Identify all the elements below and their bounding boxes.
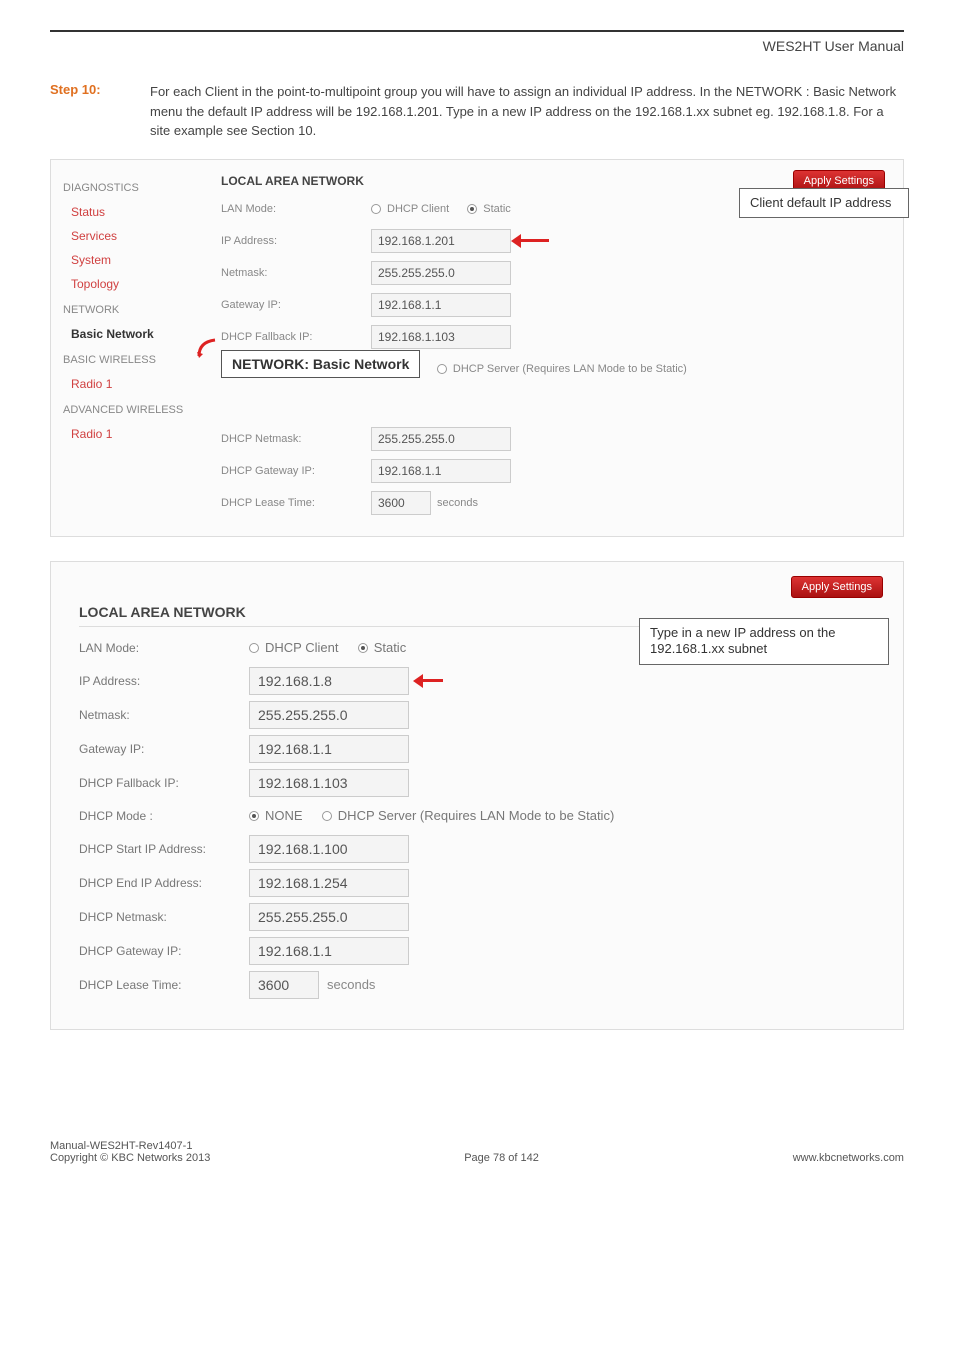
nav-basic-wireless: BASIC WIRELESS bbox=[63, 354, 199, 366]
dhcp-gw-label-2: DHCP Gateway IP: bbox=[79, 944, 249, 958]
callout-new-ip: Type in a new IP address on the 192.168.… bbox=[639, 618, 889, 666]
fallback-input[interactable] bbox=[371, 325, 511, 349]
header-rule bbox=[50, 30, 904, 32]
nav-services[interactable]: Services bbox=[63, 224, 199, 248]
dhcp-mode-radios-2[interactable]: NONE DHCP Server (Requires LAN Mode to b… bbox=[249, 808, 614, 823]
ip-address-input[interactable] bbox=[371, 229, 511, 253]
netmask-label: Netmask: bbox=[221, 267, 371, 279]
dhcp-mode-label-2: DHCP Mode : bbox=[79, 809, 249, 823]
fallback-label-2: DHCP Fallback IP: bbox=[79, 776, 249, 790]
screenshot-panel-1: Apply Settings DIAGNOSTICS Status Servic… bbox=[50, 159, 904, 537]
radio-static-label-2: Static bbox=[374, 640, 407, 655]
nav-basic-network[interactable]: Basic Network bbox=[63, 322, 199, 346]
radio-dhcp-client[interactable] bbox=[371, 204, 381, 214]
radio-dhcp-client-label-2: DHCP Client bbox=[265, 640, 338, 655]
radio-none-2[interactable] bbox=[249, 811, 259, 821]
radio-static[interactable] bbox=[467, 204, 477, 214]
radio-dhcp-server-2[interactable] bbox=[322, 811, 332, 821]
gateway-label: Gateway IP: bbox=[221, 299, 371, 311]
footer-left-1: Manual-WES2HT-Rev1407-1 bbox=[50, 1140, 210, 1152]
gateway-label-2: Gateway IP: bbox=[79, 742, 249, 756]
page-footer: Manual-WES2HT-Rev1407-1 Copyright © KBC … bbox=[50, 1140, 904, 1164]
radio-dhcp-server-label: DHCP Server (Requires LAN Mode to be Sta… bbox=[453, 363, 687, 375]
end-label: DHCP End IP Address: bbox=[79, 876, 249, 890]
radio-none-label-2: NONE bbox=[265, 808, 303, 823]
footer-center: Page 78 of 142 bbox=[464, 1152, 539, 1164]
dhcp-netmask-input-2[interactable] bbox=[249, 903, 409, 931]
lease-label: DHCP Lease Time: bbox=[221, 497, 371, 509]
dhcp-gw-input[interactable] bbox=[371, 459, 511, 483]
lease-unit-2: seconds bbox=[327, 977, 375, 992]
nav-topology[interactable]: Topology bbox=[63, 272, 199, 296]
header-title: WES2HT User Manual bbox=[50, 38, 904, 54]
lease-input-2[interactable] bbox=[249, 971, 319, 999]
curve-arrow-icon bbox=[197, 338, 211, 352]
fallback-label: DHCP Fallback IP: bbox=[221, 331, 371, 343]
radio-dhcp-client-label: DHCP Client bbox=[387, 203, 449, 215]
arrow-label-network-basic: NETWORK: Basic Network bbox=[221, 350, 420, 378]
radio-dhcp-client-2[interactable] bbox=[249, 643, 259, 653]
step-text: For each Client in the point-to-multipoi… bbox=[150, 82, 904, 141]
dhcp-gw-input-2[interactable] bbox=[249, 937, 409, 965]
start-input[interactable] bbox=[249, 835, 409, 863]
arrow-icon-2 bbox=[413, 674, 445, 688]
dhcp-netmask-label: DHCP Netmask: bbox=[221, 433, 371, 445]
radio-dhcp-server[interactable] bbox=[437, 364, 447, 374]
fallback-input-2[interactable] bbox=[249, 769, 409, 797]
nav-system[interactable]: System bbox=[63, 248, 199, 272]
radio-static-label: Static bbox=[483, 203, 511, 215]
sidebar: DIAGNOSTICS Status Services System Topol… bbox=[51, 160, 211, 536]
gateway-input[interactable] bbox=[371, 293, 511, 317]
nav-adv-wireless: ADVANCED WIRELESS bbox=[63, 404, 199, 416]
lease-unit: seconds bbox=[437, 497, 478, 509]
netmask-input-2[interactable] bbox=[249, 701, 409, 729]
arrow-icon bbox=[511, 234, 551, 248]
section-heading: LOCAL AREA NETWORK bbox=[221, 174, 883, 188]
dhcp-netmask-label-2: DHCP Netmask: bbox=[79, 910, 249, 924]
nav-radio1a[interactable]: Radio 1 bbox=[63, 372, 199, 396]
dhcp-gw-label: DHCP Gateway IP: bbox=[221, 465, 371, 477]
ip-address-label: IP Address: bbox=[221, 235, 371, 247]
callout-client-default-ip: Client default IP address bbox=[739, 188, 909, 219]
footer-left-2: Copyright © KBC Networks 2013 bbox=[50, 1152, 210, 1164]
gateway-input-2[interactable] bbox=[249, 735, 409, 763]
nav-network: NETWORK bbox=[63, 304, 199, 316]
footer-right: www.kbcnetworks.com bbox=[793, 1152, 904, 1164]
netmask-label-2: Netmask: bbox=[79, 708, 249, 722]
lease-input[interactable] bbox=[371, 491, 431, 515]
ip-address-label-2: IP Address: bbox=[79, 674, 249, 688]
nav-diagnostics: DIAGNOSTICS bbox=[63, 182, 199, 194]
screenshot-panel-2: Apply Settings LOCAL AREA NETWORK LAN Mo… bbox=[50, 561, 904, 1030]
lease-label-2: DHCP Lease Time: bbox=[79, 978, 249, 992]
apply-settings-button-2[interactable]: Apply Settings bbox=[791, 576, 883, 598]
lan-mode-label: LAN Mode: bbox=[221, 203, 371, 215]
netmask-input[interactable] bbox=[371, 261, 511, 285]
end-input[interactable] bbox=[249, 869, 409, 897]
lan-mode-label2: LAN Mode: bbox=[79, 641, 249, 655]
radio-dhcp-server-label-2: DHCP Server (Requires LAN Mode to be Sta… bbox=[338, 808, 614, 823]
step-label: Step 10: bbox=[50, 82, 150, 141]
dhcp-netmask-input[interactable] bbox=[371, 427, 511, 451]
nav-status[interactable]: Status bbox=[63, 200, 199, 224]
start-label: DHCP Start IP Address: bbox=[79, 842, 249, 856]
ip-address-input-2[interactable] bbox=[249, 667, 409, 695]
lan-mode-radios[interactable]: DHCP Client Static bbox=[371, 203, 511, 215]
radio-static-2[interactable] bbox=[358, 643, 368, 653]
nav-radio1b[interactable]: Radio 1 bbox=[63, 422, 199, 446]
lan-mode-radios-2[interactable]: DHCP Client Static bbox=[249, 640, 406, 655]
